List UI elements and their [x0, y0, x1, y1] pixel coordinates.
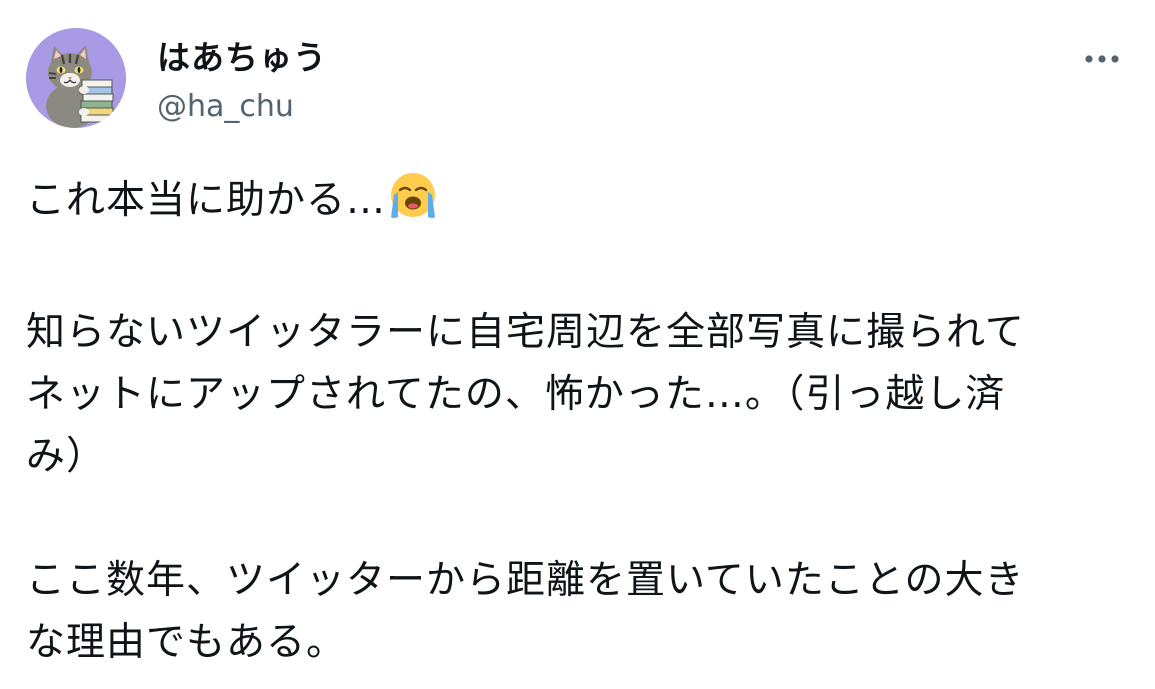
tweet-header: はあちゅう @ha_chu	[26, 28, 1126, 138]
tweet-paragraph: ここ数年、ツイッターから距離を置いていたことの大き な理由でもある。	[26, 558, 1025, 665]
tweet-paragraph-text: これ本当に助かる…	[26, 178, 387, 223]
tweet-paragraph: 知らないツイッタラーに自宅周辺を全部写真に撮られて ネットにアップされてたの、怖…	[26, 310, 1025, 479]
avatar[interactable]	[26, 28, 126, 128]
more-options-button[interactable]	[1078, 42, 1126, 76]
cat-with-books-avatar-icon	[26, 28, 126, 128]
author-handle[interactable]: @ha_chu	[157, 88, 294, 126]
tweet-text: これ本当に助かる… 知らないツイッタラーに自宅周辺を全部写真に撮られて ネットに…	[26, 170, 1126, 674]
more-options-icon	[1085, 55, 1119, 63]
author-display-name[interactable]: はあちゅう	[157, 38, 327, 78]
loudly-crying-face-icon	[388, 171, 438, 240]
tweet-paragraph: これ本当に助かる…	[26, 170, 1126, 240]
